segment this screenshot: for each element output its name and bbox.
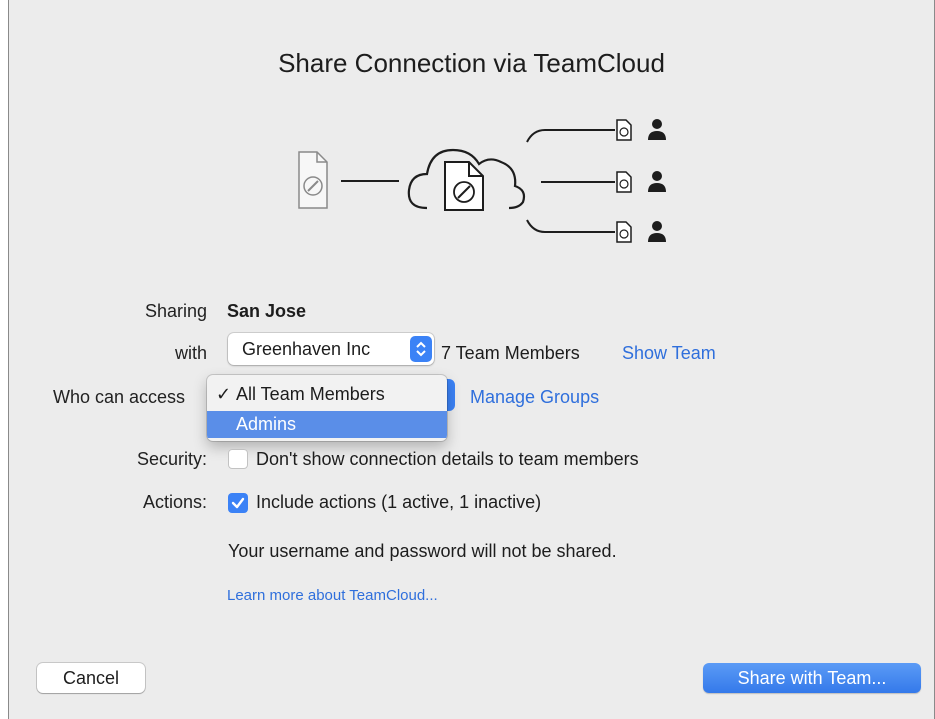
- sharing-diagram: [298, 119, 666, 243]
- team-select-value: Greenhaven Inc: [242, 339, 371, 359]
- menu-item-admins[interactable]: Admins: [207, 411, 447, 438]
- team-select[interactable]: Greenhaven Inc: [228, 333, 434, 365]
- sharing-label: Sharing: [144, 301, 207, 321]
- connection-file-icon: [298, 151, 328, 209]
- chevron-updown-icon: [410, 336, 432, 362]
- actions-checkbox-label: Include actions (1 active, 1 inactive): [256, 492, 542, 512]
- checkmark-icon: [231, 497, 245, 509]
- actions-label: Actions:: [142, 492, 207, 512]
- checkmark-icon: ✓: [216, 384, 232, 404]
- actions-checkbox[interactable]: [228, 493, 248, 513]
- team-members-count: 7 Team Members: [441, 343, 580, 363]
- learn-more-link[interactable]: Learn more about TeamCloud...: [227, 587, 438, 604]
- access-label: Who can access: [53, 387, 186, 407]
- menu-item-all-team-members[interactable]: ✓ All Team Members: [207, 381, 447, 408]
- credentials-note: Your username and password will not be s…: [228, 541, 617, 561]
- dialog-title: Share Connection via TeamCloud: [278, 48, 665, 78]
- security-checkbox-label: Don't show connection details to team me…: [256, 449, 639, 469]
- show-team-link[interactable]: Show Team: [622, 343, 716, 364]
- user-icon: [616, 171, 666, 193]
- user-icon: [616, 221, 666, 243]
- manage-groups-link[interactable]: Manage Groups: [470, 387, 599, 408]
- security-checkbox[interactable]: [228, 449, 248, 469]
- share-with-team-button[interactable]: Share with Team...: [703, 663, 921, 693]
- with-label: with: [174, 343, 207, 363]
- access-dropdown-menu: ✓ All Team Members Admins: [207, 375, 447, 441]
- share-dialog: Share Connection via TeamCloud Sharing S…: [8, 0, 935, 719]
- sharing-value: San Jose: [227, 301, 307, 321]
- cancel-button[interactable]: Cancel: [37, 663, 145, 693]
- security-label: Security:: [136, 449, 207, 469]
- user-icon: [616, 119, 666, 141]
- cloud-icon: [407, 148, 526, 211]
